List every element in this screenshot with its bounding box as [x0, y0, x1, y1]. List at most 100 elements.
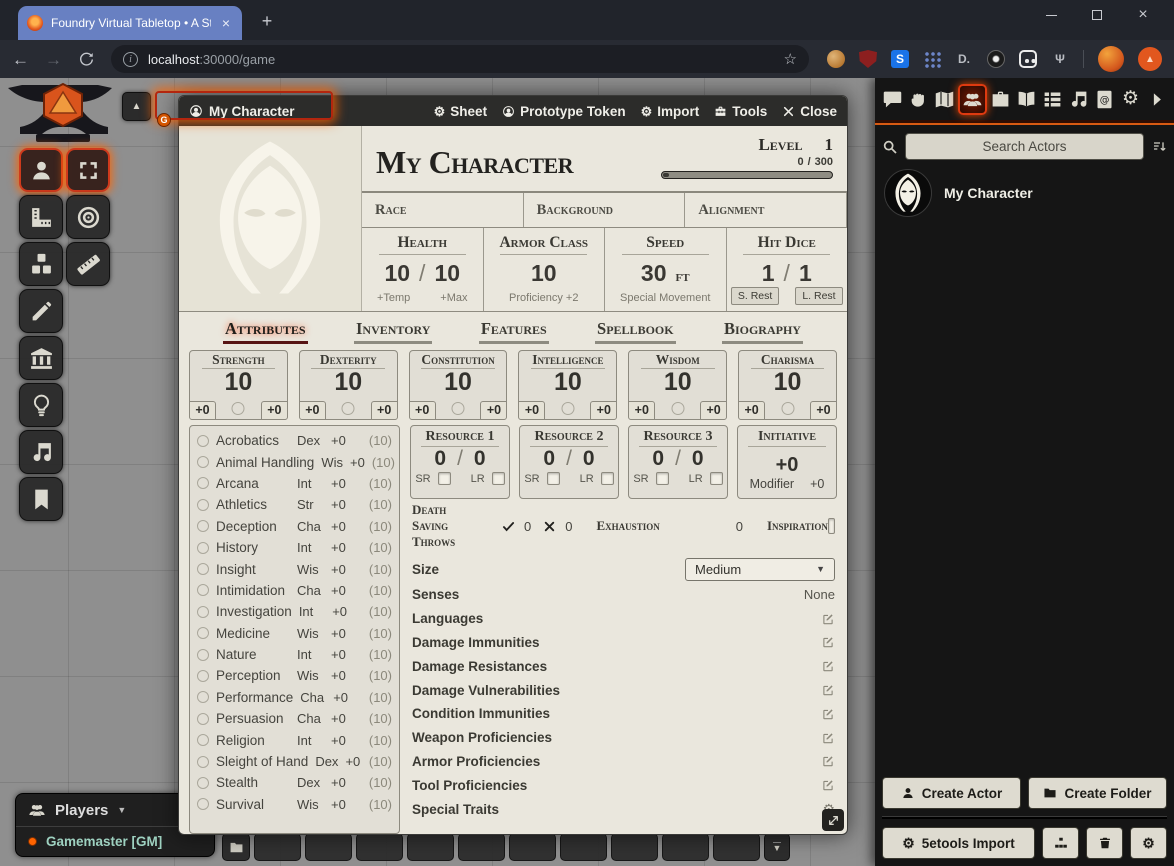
- save-proficiency-radio[interactable]: [232, 402, 245, 415]
- sheet-config-button[interactable]: ⚙ Sheet: [434, 104, 487, 119]
- ability-score-input[interactable]: 10: [774, 369, 802, 396]
- field-alignment[interactable]: Alignment: [685, 193, 847, 227]
- skill-proficiency-radio[interactable]: [197, 499, 209, 511]
- resize-handle[interactable]: [822, 809, 844, 831]
- character-name-input[interactable]: My Character: [376, 144, 653, 191]
- skill-proficiency-radio[interactable]: [197, 627, 209, 639]
- new-tab-button[interactable]: +: [254, 9, 280, 35]
- import-button[interactable]: ⚙ Import: [641, 104, 700, 119]
- skill-name[interactable]: Animal Handling: [216, 455, 314, 470]
- extension-cookie[interactable]: [827, 50, 845, 68]
- drawing-controls[interactable]: [19, 289, 63, 333]
- ability-mod[interactable]: +0: [518, 401, 545, 420]
- macro-folder-button[interactable]: [222, 833, 250, 861]
- tab-spellbook[interactable]: Spellbook: [593, 318, 678, 340]
- ability-save[interactable]: +0: [700, 401, 727, 420]
- skill-row[interactable]: Athletics Str +0 (10): [197, 494, 392, 515]
- skill-proficiency-radio[interactable]: [197, 584, 209, 596]
- sidebar-tab-actors[interactable]: [958, 84, 987, 115]
- edit-icon[interactable]: [821, 683, 835, 697]
- initiative-value[interactable]: +0: [776, 454, 799, 477]
- ability-save[interactable]: +0: [261, 401, 288, 420]
- tab-biography[interactable]: Biography: [720, 318, 805, 340]
- skill-row[interactable]: Stealth Dex +0 (10): [197, 772, 392, 793]
- ability-label[interactable]: Charisma: [761, 352, 814, 368]
- temp-hp-field[interactable]: +Temp: [377, 292, 410, 304]
- ability-save[interactable]: +0: [371, 401, 398, 420]
- save-proficiency-radio[interactable]: [671, 402, 684, 415]
- edit-icon[interactable]: [821, 731, 835, 745]
- sort-icon[interactable]: [1151, 139, 1167, 155]
- measure-controls[interactable]: [19, 195, 63, 239]
- macro-slot[interactable]: [407, 833, 454, 861]
- skill-proficiency-radio[interactable]: [197, 798, 209, 810]
- tile-controls[interactable]: [19, 242, 63, 286]
- ability-label[interactable]: Dexterity: [320, 352, 377, 368]
- reload-button[interactable]: [78, 51, 95, 68]
- skill-proficiency-radio[interactable]: [197, 563, 209, 575]
- edit-icon[interactable]: [821, 778, 835, 792]
- skill-row[interactable]: Insight Wis +0 (10): [197, 558, 392, 579]
- skill-name[interactable]: Arcana: [216, 476, 290, 491]
- skill-row[interactable]: Intimidation Cha +0 (10): [197, 580, 392, 601]
- skill-name[interactable]: Medicine: [216, 626, 290, 641]
- edit-icon[interactable]: [821, 635, 835, 649]
- skill-row[interactable]: Performance Cha +0 (10): [197, 687, 392, 708]
- skill-proficiency-radio[interactable]: [197, 734, 209, 746]
- ability-score-input[interactable]: 10: [554, 369, 582, 396]
- speed-value[interactable]: 30ft: [641, 260, 690, 287]
- ability-save[interactable]: +0: [590, 401, 617, 420]
- skill-proficiency-radio[interactable]: [197, 670, 209, 682]
- level-display[interactable]: Level1: [758, 135, 833, 155]
- extension-fork[interactable]: Ψ: [1051, 50, 1069, 68]
- skill-proficiency-radio[interactable]: [197, 520, 209, 532]
- note-controls[interactable]: [19, 477, 63, 521]
- edit-icon[interactable]: [821, 612, 835, 626]
- macro-slot[interactable]: [713, 833, 760, 861]
- edit-icon[interactable]: [821, 707, 835, 721]
- profile-avatar[interactable]: [1098, 46, 1124, 72]
- settings-button[interactable]: ⚙: [1130, 827, 1167, 859]
- field-background[interactable]: Background: [524, 193, 686, 227]
- skill-row[interactable]: Acrobatics Dex +0 (10): [197, 430, 392, 451]
- ability-label[interactable]: Constitution: [421, 352, 494, 368]
- sidebar-tab-journal[interactable]: [1014, 84, 1039, 115]
- skill-row[interactable]: Animal Handling Wis +0 (10): [197, 451, 392, 472]
- ability-mod[interactable]: +0: [189, 401, 216, 420]
- death-success-input[interactable]: 0: [524, 519, 531, 534]
- skill-row[interactable]: Perception Wis +0 (10): [197, 665, 392, 686]
- sheet-window-header[interactable]: My Character ⚙ Sheet Prototype Token ⚙ I…: [179, 96, 847, 126]
- actor-list-item[interactable]: My Character: [875, 164, 1174, 222]
- macro-slot[interactable]: [458, 833, 505, 861]
- skill-row[interactable]: Survival Wis +0 (10): [197, 794, 392, 815]
- sidebar-tab-tables[interactable]: [1040, 84, 1065, 115]
- folder-tree-button[interactable]: [1042, 827, 1079, 859]
- nav-collapse-button[interactable]: ▲: [122, 92, 151, 121]
- extension-session[interactable]: S: [891, 50, 909, 68]
- wall-controls[interactable]: [19, 336, 63, 380]
- delete-button[interactable]: [1086, 827, 1123, 859]
- exhaustion-input[interactable]: 0: [736, 519, 743, 534]
- hit-dice-value[interactable]: 1/1: [762, 260, 812, 287]
- create-folder-button[interactable]: Create Folder: [1028, 777, 1167, 809]
- tab-attributes[interactable]: Attributes: [221, 318, 310, 340]
- skill-name[interactable]: Athletics: [216, 497, 290, 512]
- sidebar-tab-chat[interactable]: [880, 84, 905, 115]
- ability-score-input[interactable]: 10: [334, 369, 362, 396]
- macro-slot[interactable]: [560, 833, 607, 861]
- sidebar-tab-combat[interactable]: [906, 84, 931, 115]
- skill-proficiency-radio[interactable]: [197, 777, 209, 789]
- ability-score-input[interactable]: 10: [225, 369, 253, 396]
- resource-label[interactable]: Resource 1: [426, 429, 495, 445]
- tab-inventory[interactable]: Inventory: [352, 318, 434, 340]
- skill-row[interactable]: Nature Int +0 (10): [197, 644, 392, 665]
- skill-row[interactable]: Religion Int +0 (10): [197, 729, 392, 750]
- skill-name[interactable]: Intimidation: [216, 583, 290, 598]
- ruler-tool[interactable]: [66, 242, 110, 286]
- sidebar-tab-playlists[interactable]: [1066, 84, 1091, 115]
- macro-slot[interactable]: [356, 833, 403, 861]
- extension-robot[interactable]: [1019, 50, 1037, 68]
- skill-row[interactable]: Deception Cha +0 (10): [197, 516, 392, 537]
- create-actor-button[interactable]: Create Actor: [882, 777, 1021, 809]
- macro-slot[interactable]: [509, 833, 556, 861]
